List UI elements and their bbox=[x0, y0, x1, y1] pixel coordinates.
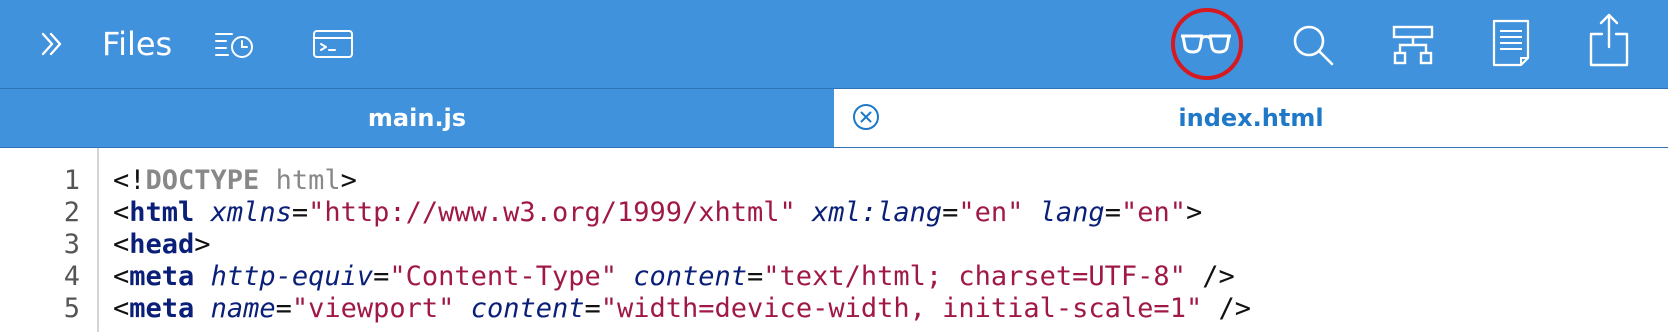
line-number: 3 bbox=[63, 229, 80, 260]
code-token: < bbox=[113, 197, 130, 228]
tab-close-button[interactable] bbox=[852, 103, 880, 131]
code-token: name bbox=[210, 293, 276, 324]
code-text: <head> bbox=[113, 228, 211, 262]
code-text: <html xmlns="http://www.w3.org/1999/xhtm… bbox=[113, 196, 1202, 230]
code-token: html bbox=[259, 165, 341, 196]
code-token: = bbox=[275, 293, 292, 324]
reading-mode-button[interactable] bbox=[1176, 18, 1236, 68]
code-text: <meta http-equiv="Content-Type" content=… bbox=[113, 260, 1235, 294]
code-token: http-equiv bbox=[210, 261, 374, 292]
search-icon bbox=[1291, 23, 1335, 67]
line-number: 4 bbox=[63, 261, 80, 292]
outline-button[interactable] bbox=[1388, 20, 1438, 70]
code-token: > bbox=[1185, 197, 1203, 228]
sidebar-toggle-button[interactable] bbox=[32, 24, 72, 64]
code-token: > bbox=[194, 229, 211, 260]
code-token: "en" bbox=[1120, 197, 1186, 228]
code-token: < bbox=[113, 261, 130, 292]
code-token: <! bbox=[113, 165, 146, 196]
code-token: < bbox=[113, 293, 130, 324]
code-text: <!DOCTYPE html> bbox=[113, 164, 357, 198]
files-button[interactable]: Files bbox=[102, 20, 172, 68]
share-icon bbox=[1588, 12, 1630, 68]
code-token: head bbox=[129, 229, 195, 260]
chevron-double-right-icon bbox=[37, 29, 67, 59]
hierarchy-icon bbox=[1392, 24, 1434, 66]
code-token: xml:lang bbox=[812, 197, 943, 228]
code-token: content bbox=[470, 293, 585, 324]
code-token: "Content-Type" bbox=[389, 261, 617, 292]
code-token: xmlns bbox=[210, 197, 292, 228]
code-text: <meta name="viewport" content="width=dev… bbox=[113, 292, 1251, 326]
document-icon bbox=[1491, 18, 1531, 68]
code-token: = bbox=[942, 197, 959, 228]
close-circle-icon bbox=[852, 104, 880, 135]
code-token: "text/html; charset=UTF-8" bbox=[763, 261, 1186, 292]
recent-files-icon bbox=[214, 27, 256, 61]
code-token: lang bbox=[1039, 197, 1105, 228]
code-token: /> bbox=[1202, 293, 1251, 324]
share-button[interactable] bbox=[1586, 10, 1632, 70]
code-token: html bbox=[129, 197, 195, 228]
tab-main-js[interactable]: main.js bbox=[0, 89, 834, 147]
code-token: < bbox=[113, 229, 130, 260]
line-number: 5 bbox=[63, 293, 80, 324]
search-button[interactable] bbox=[1288, 20, 1338, 70]
code-token: = bbox=[747, 261, 764, 292]
code-token: = bbox=[1104, 197, 1121, 228]
code-token: meta bbox=[129, 261, 195, 292]
gutter-divider bbox=[97, 148, 99, 332]
terminal-button[interactable] bbox=[308, 24, 358, 64]
code-token: "en" bbox=[958, 197, 1024, 228]
code-token: "viewport" bbox=[291, 293, 455, 324]
tab-bar: main.js index.html bbox=[0, 88, 1668, 148]
code-token: DOCTYPE bbox=[145, 165, 260, 196]
code-token: "http://www.w3.org/1999/xhtml" bbox=[308, 197, 796, 228]
code-editor[interactable]: 1 <!DOCTYPE html> 2 <html xmlns="http://www… bbox=[0, 148, 1668, 332]
document-button[interactable] bbox=[1486, 16, 1536, 70]
reading-glasses-icon bbox=[1180, 30, 1232, 56]
code-token: > bbox=[340, 165, 357, 196]
terminal-icon bbox=[312, 28, 354, 60]
tab-index-html[interactable]: index.html bbox=[834, 89, 1668, 147]
toolbar: Files bbox=[0, 0, 1668, 88]
line-number: 1 bbox=[63, 165, 80, 196]
code-token: /> bbox=[1185, 261, 1235, 292]
code-token: "width=device-width, initial-scale=1" bbox=[600, 293, 1203, 324]
line-number: 2 bbox=[63, 197, 80, 228]
code-token: meta bbox=[129, 293, 195, 324]
code-token: content bbox=[633, 261, 748, 292]
code-token: = bbox=[373, 261, 390, 292]
code-token: = bbox=[291, 197, 309, 228]
recent-files-button[interactable] bbox=[210, 24, 260, 64]
code-token: = bbox=[584, 293, 601, 324]
